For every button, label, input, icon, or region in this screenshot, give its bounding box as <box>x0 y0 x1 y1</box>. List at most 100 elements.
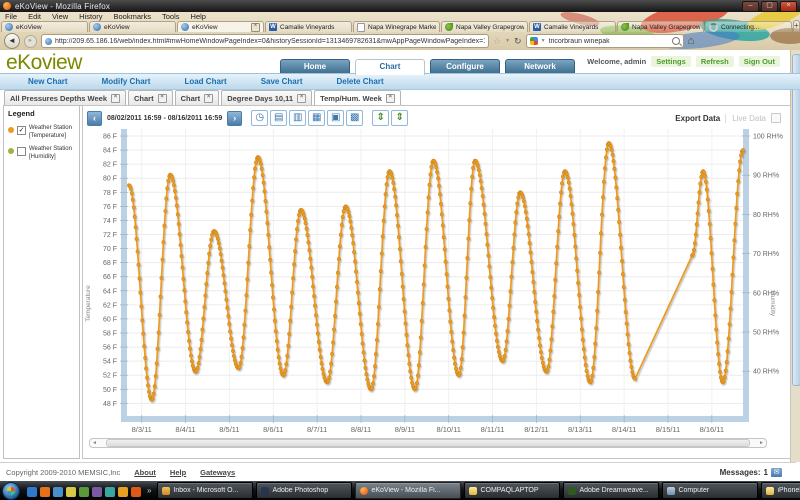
taskbar-window-button[interactable]: COMPAQLAPTOP <box>464 482 560 499</box>
app-orange[interactable] <box>131 487 141 497</box>
navigation-toolbar: ◄ ► ☆ ▼ ↻ ▼ ⌂ <box>0 32 800 50</box>
taskbar-window-button[interactable]: Adobe Dreamweave... <box>563 482 659 499</box>
scroll-left-icon[interactable]: ◄ <box>90 440 99 446</box>
taskbar-window-button[interactable]: Adobe Photoshop <box>256 482 352 499</box>
reload-icon[interactable]: ↻ <box>514 36 522 46</box>
home-icon[interactable]: ⌂ <box>688 35 695 47</box>
app-teal[interactable] <box>105 487 115 497</box>
header-link[interactable]: Refresh <box>696 56 734 67</box>
scrollbar-thumb[interactable] <box>106 439 750 447</box>
export-data-link[interactable]: Export Data <box>675 114 720 123</box>
browser-tab[interactable]: Napa Winegrape Market... <box>353 21 440 32</box>
menu-item[interactable]: File <box>5 12 17 21</box>
menu-item[interactable]: Bookmarks <box>114 12 152 21</box>
temperature-series <box>127 141 745 401</box>
bookmark-dropdown-icon[interactable]: ▼ <box>505 38 510 44</box>
chart-tab[interactable]: Chart × <box>175 90 220 105</box>
chart-action-link[interactable]: Save Chart <box>261 77 303 86</box>
taskbar-app-icon <box>568 487 576 495</box>
app-green[interactable] <box>79 487 89 497</box>
forward-button[interactable]: ► <box>24 35 37 48</box>
series-visibility-checkbox[interactable] <box>17 147 26 156</box>
chart-tab[interactable]: Temp/Hum. Week × <box>314 90 401 106</box>
axis-bands <box>120 129 750 423</box>
chart-action-link[interactable]: Modify Chart <box>102 77 151 86</box>
url-bar[interactable] <box>41 34 489 48</box>
nav-tab[interactable]: Home <box>280 59 350 73</box>
tab-favicon <box>621 23 629 31</box>
google-search-engine-icon[interactable] <box>530 37 538 45</box>
chart-tab-close-icon[interactable]: × <box>111 94 120 103</box>
explorer[interactable] <box>66 487 76 497</box>
header-link[interactable]: Sign Out <box>739 56 780 67</box>
bookmark-star-icon[interactable]: ☆ <box>493 36 501 46</box>
vertical-scrollbar-thumb[interactable] <box>792 54 800 386</box>
windows-taskbar: » Inbox - Microsoft O... Adobe Photoshop… <box>0 481 800 500</box>
search-magnifier-icon[interactable] <box>672 37 680 45</box>
chart-tab-close-icon[interactable]: × <box>297 94 306 103</box>
browser-tab[interactable]: Napa Valley Grapegrowe... <box>441 21 528 32</box>
quick-launch-overflow-icon[interactable]: » <box>144 486 154 495</box>
start-button[interactable] <box>2 482 20 500</box>
email-client[interactable] <box>53 487 63 497</box>
menu-item[interactable]: Tools <box>162 12 180 21</box>
envelope-icon[interactable]: ✉ <box>771 468 782 477</box>
chart-horizontal-scrollbar[interactable]: ◄ ► <box>89 438 767 448</box>
internet-explorer[interactable] <box>27 487 37 497</box>
main-nav-tabs: Home Chart Configure Network <box>280 59 575 73</box>
browser-tab[interactable]: Camalie Vineyards <box>529 21 616 32</box>
browser-tab[interactable]: eKoView × <box>177 21 264 32</box>
taskbar-window-button[interactable]: Inbox - Microsoft O... <box>157 482 253 499</box>
chart-tab-close-icon[interactable]: × <box>158 94 167 103</box>
back-button[interactable]: ◄ <box>4 33 20 49</box>
svg-text:74 F: 74 F <box>103 218 117 225</box>
left-axis-labels: 48 F50 F52 F54 F56 F58 F60 F62 F64 F66 F… <box>103 134 117 408</box>
new-tab-button[interactable]: + <box>793 20 800 32</box>
browser-tab[interactable]: Camalie Vineyards <box>265 21 352 32</box>
header-link[interactable]: Settings <box>651 56 691 67</box>
menu-item[interactable]: Edit <box>28 12 41 21</box>
footer-link[interactable]: Gateways <box>200 468 235 477</box>
footer-link[interactable]: About <box>134 468 156 477</box>
search-input[interactable] <box>549 38 669 45</box>
close-button[interactable]: × <box>780 1 797 12</box>
nav-tab[interactable]: Network <box>505 59 575 73</box>
chart-action-link[interactable]: Delete Chart <box>336 77 383 86</box>
chart-action-link[interactable]: New Chart <box>28 77 68 86</box>
browser-tab[interactable]: eKoView <box>1 21 88 32</box>
app-purple[interactable] <box>92 487 102 497</box>
taskbar-window-button[interactable]: Computer <box>662 482 758 499</box>
maximize-button[interactable]: ▢ <box>761 1 778 12</box>
nav-tab[interactable]: Chart <box>355 59 425 75</box>
browser-tab[interactable]: eKoView <box>89 21 176 32</box>
firefox[interactable] <box>40 487 50 497</box>
search-bar[interactable]: ▼ <box>526 34 684 48</box>
media-player[interactable] <box>118 487 128 497</box>
chart-tab[interactable]: Degree Days 10,11 × <box>221 90 312 105</box>
footer-link[interactable]: Help <box>170 468 186 477</box>
tab-close-icon[interactable]: × <box>251 23 260 32</box>
chart-tab-close-icon[interactable]: × <box>204 94 213 103</box>
url-input[interactable] <box>55 38 485 45</box>
taskbar-window-button[interactable]: iPhonePics11 <box>761 482 800 499</box>
firefox-window-icon <box>3 2 11 10</box>
search-engine-dropdown-icon[interactable]: ▼ <box>541 38 546 44</box>
browser-tab[interactable]: Napa Valley Grapegrowe... <box>617 21 704 32</box>
ekoview-page: eKoview Welcome, admin SettingsRefreshSi… <box>0 50 790 462</box>
legend-item: Weather Station [Temperature] <box>4 121 79 142</box>
scroll-right-icon[interactable]: ► <box>757 440 766 446</box>
menu-item[interactable]: View <box>52 12 68 21</box>
live-data-checkbox[interactable] <box>771 113 781 123</box>
browser-vertical-scrollbar[interactable] <box>790 50 800 462</box>
chart-tab[interactable]: All Pressures Depths Week × <box>4 90 126 105</box>
taskbar-window-button[interactable]: eKoView - Mozilla Fi... <box>355 482 461 499</box>
series-visibility-checkbox[interactable] <box>17 126 26 135</box>
chart-tab[interactable]: Chart × <box>128 90 173 105</box>
browser-tab[interactable]: Connecting... <box>705 21 792 32</box>
chart-tab-close-icon[interactable]: × <box>386 94 395 103</box>
chart-action-link[interactable]: Load Chart <box>184 77 226 86</box>
menu-item[interactable]: History <box>79 12 102 21</box>
menu-item[interactable]: Help <box>191 12 206 21</box>
nav-tab[interactable]: Configure <box>430 59 500 73</box>
minimize-button[interactable]: – <box>742 1 759 12</box>
